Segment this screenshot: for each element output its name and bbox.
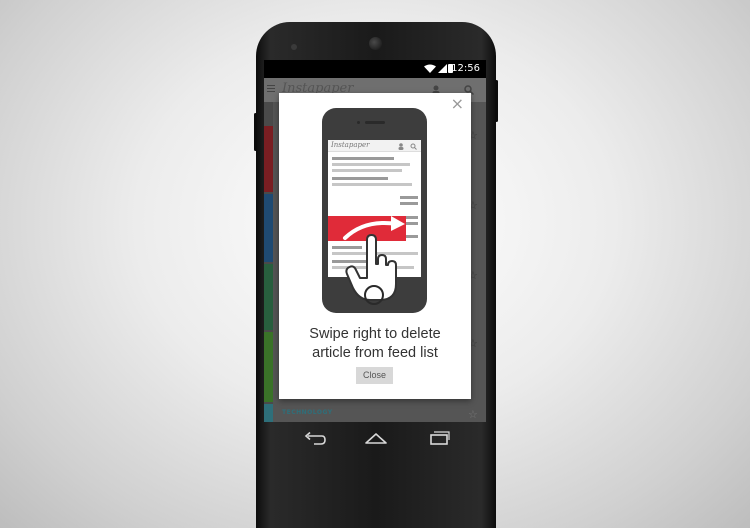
signal-icon xyxy=(438,64,447,73)
menu-icon[interactable] xyxy=(267,85,275,94)
feed-section-label: TECHNOLOGY xyxy=(282,409,333,416)
recent-apps-icon[interactable] xyxy=(428,431,450,445)
status-bar: 12:56 xyxy=(264,60,486,78)
feed-category-bar xyxy=(264,404,273,422)
tutorial-message-line: Swipe right to delete xyxy=(309,326,441,342)
illustration-home-button xyxy=(364,285,384,305)
star-icon[interactable]: ☆ xyxy=(468,409,478,420)
back-icon[interactable] xyxy=(304,431,326,445)
illustration-camera xyxy=(357,121,360,124)
power-button xyxy=(254,113,257,151)
feed-category-bar xyxy=(264,126,273,192)
illustration-search-icon xyxy=(410,143,417,150)
illustration-profile-icon xyxy=(398,143,404,150)
volume-button xyxy=(495,80,498,122)
illustration-header: Instapaper xyxy=(328,140,421,152)
close-button[interactable]: Close xyxy=(356,367,393,384)
tutorial-dialog: × Instapaper Swipe right to delete artic… xyxy=(279,93,471,399)
illustration-text-line xyxy=(332,157,394,160)
phone-screen: 12:56 Instapaper ☆ ☆ ☆ ☆ ☆ TECHNOLOGY × … xyxy=(264,60,486,422)
front-camera xyxy=(369,37,382,50)
illustration-text-line xyxy=(332,177,388,180)
wifi-icon xyxy=(424,64,436,73)
tutorial-message-line: article from feed list xyxy=(312,345,438,361)
earpiece xyxy=(291,44,297,50)
navigation-bar xyxy=(256,422,496,456)
illustration-text-line xyxy=(332,183,412,186)
illustration-text-line xyxy=(332,169,402,172)
feed-category-bar xyxy=(264,264,273,330)
feed-category-bar xyxy=(264,332,273,402)
home-icon[interactable] xyxy=(364,431,388,445)
illustration-speaker xyxy=(365,121,385,124)
close-icon[interactable]: × xyxy=(451,95,464,113)
illustration-text-line xyxy=(332,163,410,166)
status-time: 12:56 xyxy=(451,63,480,74)
illustration-logo: Instapaper xyxy=(331,141,370,149)
illustration-text-line xyxy=(400,196,418,199)
feed-category-bar xyxy=(264,194,273,262)
illustration-text-line xyxy=(400,202,418,205)
tutorial-message: Swipe right to delete article from feed … xyxy=(279,325,471,363)
